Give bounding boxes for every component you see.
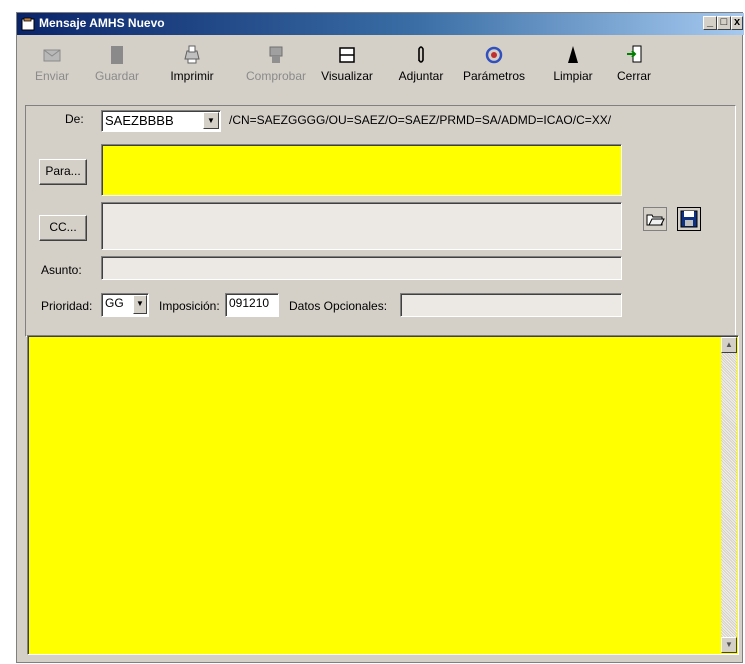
subject-field[interactable]	[101, 256, 622, 280]
from-combobox[interactable]: SAEZBBBB ▼	[101, 110, 221, 132]
from-address: /CN=SAEZGGGG/OU=SAEZ/O=SAEZ/PRMD=SA/ADMD…	[229, 113, 612, 127]
chevron-down-icon[interactable]: ▼	[133, 295, 147, 314]
chevron-down-icon[interactable]: ▼	[203, 112, 219, 129]
close-toolbar-button[interactable]: Cerrar	[609, 43, 659, 93]
priority-label: Prioridad:	[41, 299, 93, 313]
clear-label: Limpiar	[553, 69, 593, 83]
scroll-up-icon[interactable]: ▲	[721, 337, 737, 353]
broom-icon	[568, 46, 578, 63]
view-label: Visualizar	[321, 69, 373, 83]
priority-combobox[interactable]: GG ▼	[101, 293, 149, 317]
maximize-button[interactable]: □	[717, 16, 731, 30]
save-icon	[111, 46, 123, 64]
to-field[interactable]	[101, 144, 622, 196]
print-button[interactable]: Imprimir	[165, 43, 219, 93]
view-icon	[339, 47, 355, 63]
close-label: Cerrar	[616, 69, 651, 83]
scroll-down-icon[interactable]: ▼	[721, 637, 737, 653]
parameters-button[interactable]: Parámetros	[457, 43, 531, 93]
from-label: De:	[65, 112, 84, 126]
send-icon	[43, 49, 61, 62]
title-bar[interactable]: Mensaje AMHS Nuevo _ □ x	[17, 13, 744, 35]
view-button[interactable]: Visualizar	[319, 43, 375, 93]
to-button[interactable]: Para...	[39, 159, 87, 185]
check-icon	[269, 46, 283, 63]
save-toolbar-button[interactable]: Guardar	[89, 43, 145, 93]
message-icon	[21, 17, 35, 31]
check-label: Comprobar	[245, 69, 307, 83]
attach-button[interactable]: Adjuntar	[393, 43, 449, 93]
print-icon	[184, 45, 200, 64]
close-button[interactable]: x	[731, 16, 743, 30]
send-button[interactable]: Enviar	[29, 43, 75, 93]
parameters-icon	[485, 46, 503, 64]
open-folder-icon[interactable]	[643, 207, 667, 231]
from-value: SAEZBBBB	[105, 113, 174, 128]
priority-value: GG	[105, 296, 124, 310]
optional-field[interactable]	[400, 293, 622, 317]
parameters-label: Parámetros	[462, 69, 526, 83]
clear-button[interactable]: Limpiar	[547, 43, 599, 93]
message-body[interactable]: ▲ ▼	[27, 335, 739, 655]
minimize-button[interactable]: _	[703, 16, 717, 30]
send-label: Enviar	[34, 69, 69, 83]
print-label: Imprimir	[170, 69, 214, 83]
cc-field[interactable]	[101, 202, 622, 250]
save-icon[interactable]	[677, 207, 701, 231]
vertical-scrollbar[interactable]: ▲ ▼	[721, 337, 737, 653]
paperclip-icon	[418, 46, 424, 63]
check-button[interactable]: Comprobar	[243, 43, 309, 93]
filing-field[interactable]: 091210	[225, 293, 279, 317]
subject-label: Asunto:	[41, 263, 82, 277]
window-title: Mensaje AMHS Nuevo	[39, 16, 165, 30]
save-label: Guardar	[94, 69, 140, 83]
cc-button[interactable]: CC...	[39, 215, 87, 241]
exit-icon	[627, 45, 642, 63]
attach-label: Adjuntar	[398, 69, 444, 83]
filing-label: Imposición:	[159, 299, 220, 313]
message-window: Mensaje AMHS Nuevo _ □ x Enviar Guardar …	[16, 12, 744, 663]
optional-label: Datos Opcionales:	[289, 299, 388, 313]
